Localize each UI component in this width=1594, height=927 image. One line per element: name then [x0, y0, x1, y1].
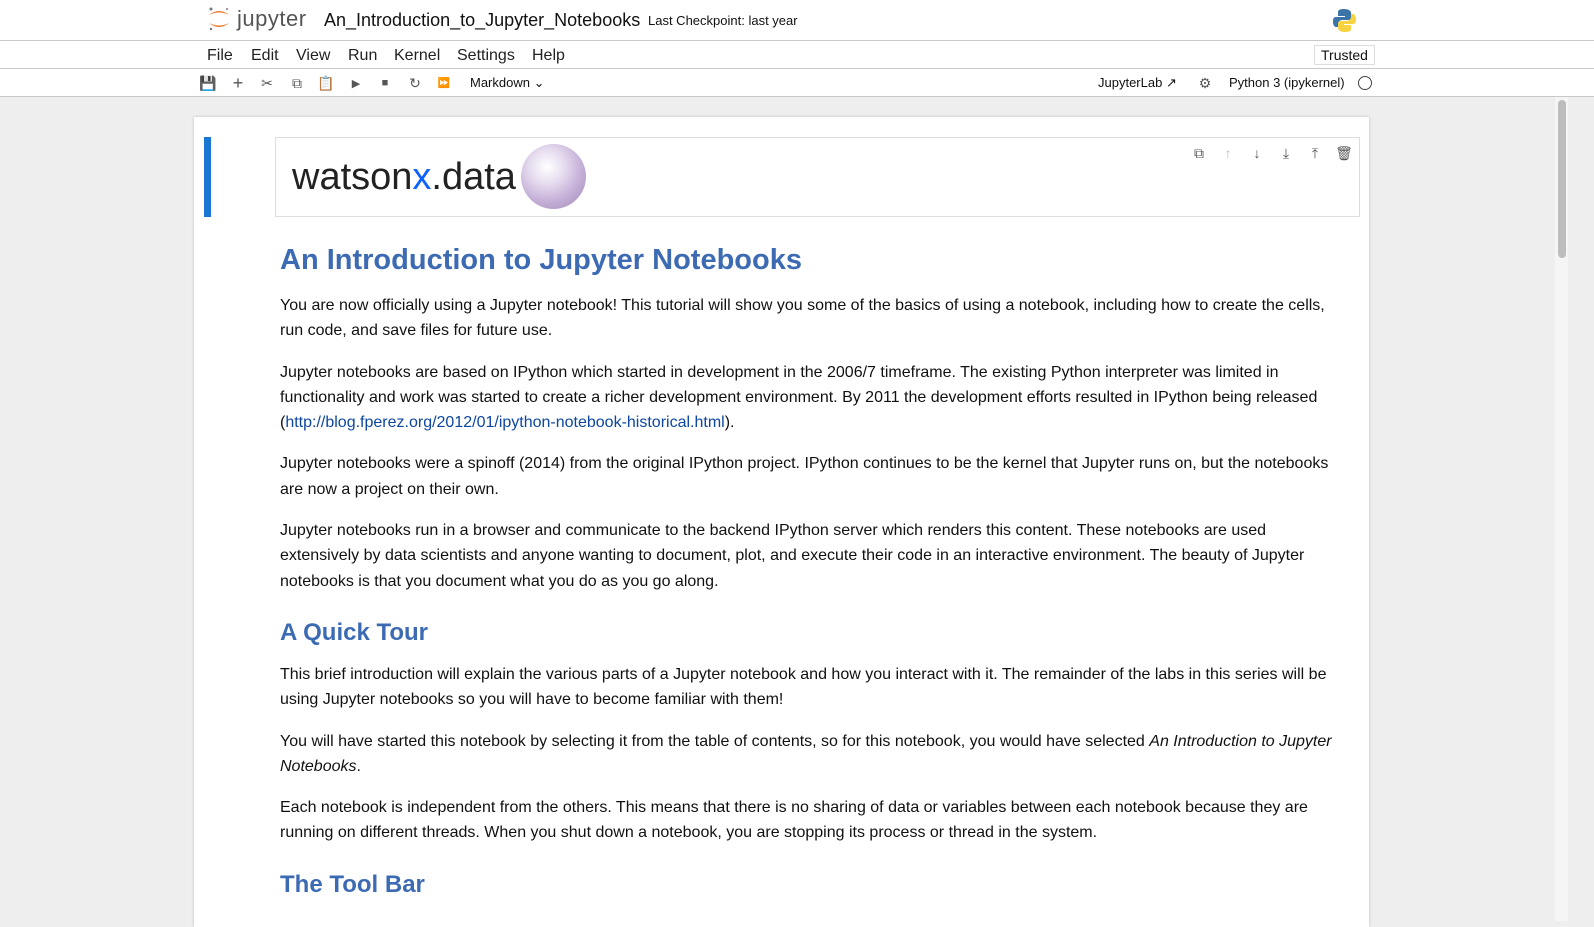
jupyter-logo-text: jupyter [237, 6, 307, 31]
trusted-indicator[interactable]: Trusted [1314, 45, 1375, 65]
chevron-down-icon: ⌄ [533, 75, 545, 90]
cell-toolbar: ⧉ ↑ ↓ ⤓ ⤒ 🗑 [1190, 144, 1353, 162]
stop-icon[interactable]: ■ [376, 74, 394, 92]
watsonx-orb-image [521, 144, 586, 209]
paragraph: You are now officially using a Jupyter n… [280, 297, 1325, 340]
menu-bar: File Edit View Run Kernel Settings Help … [0, 41, 1594, 69]
paragraph: This brief introduction will explain the… [280, 665, 1327, 709]
cell-type-select[interactable]: Markdown ⌄ [470, 75, 545, 91]
external-link-icon: ↗ [1165, 75, 1177, 90]
insert-above-icon[interactable]: ⤓ [1277, 144, 1295, 162]
paragraph-text: ). [724, 414, 735, 432]
paragraph: Jupyter notebooks were a spinoff (2014) … [280, 455, 1329, 498]
menu-help[interactable]: Help [532, 47, 565, 65]
paragraph: Jupyter notebooks are based on IPython w… [280, 360, 1340, 436]
paragraph: Jupyter notebooks run in a browser and c… [280, 522, 1305, 590]
heading-tool-bar: The Tool Bar [280, 870, 425, 898]
heading-introduction: An Introduction to Jupyter Notebooks [280, 244, 802, 276]
scrollbar-thumb[interactable] [1558, 100, 1566, 258]
run-icon[interactable]: ▶ [347, 74, 365, 92]
insert-below-icon[interactable]: ⤒ [1306, 144, 1324, 162]
menu-edit[interactable]: Edit [251, 47, 279, 65]
paragraph-text: You will have started this notebook by s… [280, 732, 1150, 750]
kernel-name[interactable]: Python 3 (ipykernel) [1229, 75, 1345, 90]
jupyter-logo-icon [209, 7, 229, 31]
copy-icon[interactable]: ⧉ [288, 74, 306, 92]
jupyterlab-label: JupyterLab [1098, 75, 1163, 90]
kernel-status-icon [1358, 76, 1372, 90]
markdown-cell-logo[interactable]: watsonx.data ⧉ ↑ ↓ ⤓ ⤒ 🗑 [275, 137, 1360, 217]
paragraph-text: . [356, 757, 361, 775]
open-jupyterlab-link[interactable]: JupyterLab ↗ [1098, 75, 1177, 91]
duplicate-icon[interactable]: ⧉ [1190, 144, 1208, 162]
checkpoint-status: Last Checkpoint: last year [648, 13, 798, 28]
cell-type-value: Markdown [470, 75, 530, 90]
paragraph: Each notebook is independent from the ot… [280, 799, 1308, 842]
logo-text-suffix: .data [431, 156, 516, 198]
menu-settings[interactable]: Settings [457, 47, 515, 65]
watsonx-data-logo: watsonx.data [292, 156, 516, 199]
jupyter-logo[interactable]: jupyter [207, 6, 307, 32]
ipython-history-link[interactable]: http://blog.fperez.org/2012/01/ipython-n… [285, 414, 724, 431]
logo-text-prefix: watson [292, 156, 413, 198]
move-down-icon[interactable]: ↓ [1248, 144, 1266, 162]
heading-quick-tour: A Quick Tour [280, 618, 429, 646]
restart-icon[interactable]: ↻ [406, 74, 424, 92]
add-icon[interactable]: + [229, 73, 247, 93]
active-cell-indicator[interactable] [204, 137, 211, 217]
vertical-scrollbar[interactable] [1555, 97, 1568, 921]
notebook-title[interactable]: An_Introduction_to_Jupyter_Notebooks [324, 10, 640, 31]
cut-icon[interactable]: ✂ [258, 74, 276, 92]
fast-forward-icon[interactable]: ⏩ [435, 74, 453, 92]
menu-file[interactable]: File [207, 47, 233, 65]
logo-text-x: x [412, 156, 432, 198]
paste-icon[interactable]: 📋 [317, 74, 335, 92]
title-bar: jupyter An_Introduction_to_Jupyter_Noteb… [0, 0, 1594, 41]
move-up-icon[interactable]: ↑ [1219, 144, 1237, 162]
delete-icon[interactable]: 🗑 [1335, 144, 1353, 162]
save-icon[interactable]: 💾 [199, 74, 217, 92]
paragraph: You will have started this notebook by s… [280, 729, 1340, 780]
menu-run[interactable]: Run [348, 47, 377, 65]
menu-view[interactable]: View [296, 47, 330, 65]
notebook-toolbar: 💾 + ✂ ⧉ 📋 ▶ ■ ↻ ⏩ Markdown ⌄ JupyterLab … [0, 69, 1594, 97]
python-logo-icon [1333, 9, 1356, 32]
menu-kernel[interactable]: Kernel [394, 47, 440, 65]
debugger-bug-icon[interactable]: ⚙ [1196, 74, 1214, 92]
markdown-content: An Introduction to Jupyter Notebooks You… [280, 240, 1340, 914]
